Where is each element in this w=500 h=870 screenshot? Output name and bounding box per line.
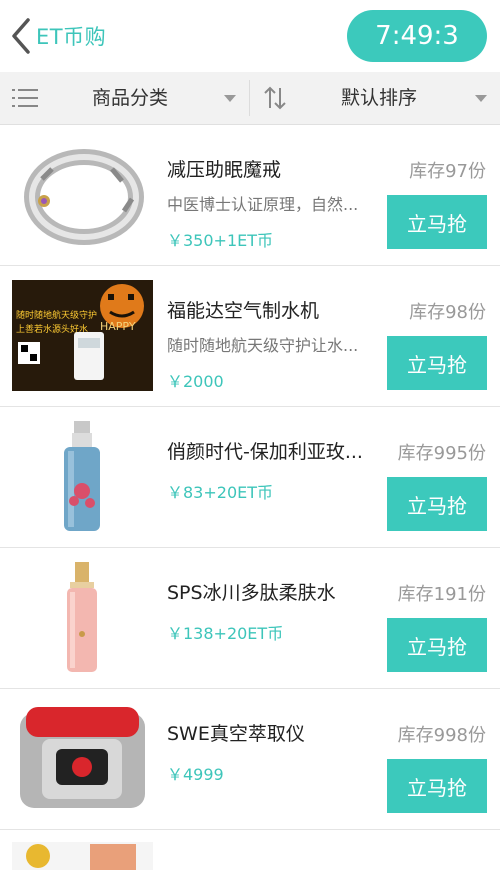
header: ET币购 7:49:3: [0, 0, 500, 72]
stock-count: 库存97份: [409, 161, 486, 182]
ring-product-image: [12, 139, 153, 250]
stock-count: 库存98份: [409, 302, 486, 323]
buy-now-button[interactable]: 立马抢: [387, 336, 487, 390]
sort-button[interactable]: 默认排序: [250, 72, 500, 124]
stock-count: 库存998份: [397, 725, 486, 746]
product-item[interactable]: 俏颜时代-保加利亚玫... ￥83+20ET币 库存995份 立马抢: [0, 407, 500, 548]
product-name: SPS冰川多肽柔肤水: [167, 582, 336, 604]
partial-product-image: [12, 842, 153, 870]
page-title: ET币购: [36, 25, 107, 49]
buy-now-button[interactable]: 立马抢: [387, 759, 487, 813]
caret-down-icon: [224, 95, 236, 102]
product-name: SWE真空萃取仪: [167, 723, 305, 745]
product-price: ￥2000: [167, 372, 224, 391]
category-filter-label: 商品分类: [92, 87, 169, 109]
poster-happy-text: HAPPY: [100, 320, 136, 333]
back-button[interactable]: ET币购: [10, 14, 120, 58]
product-name: 福能达空气制水机: [167, 300, 320, 322]
product-item[interactable]: SPS冰川多肽柔肤水 ￥138+20ET币 库存191份 立马抢: [0, 548, 500, 689]
list-icon: [12, 87, 38, 113]
product-name: 俏颜时代-保加利亚玫...: [167, 441, 363, 463]
toner-bottle-product-image: [12, 562, 153, 673]
buy-now-button[interactable]: 立马抢: [387, 195, 487, 249]
product-description: 中医博士认证原理，自然...: [167, 195, 359, 214]
water-machine-product-image: HAPPY 随时随地航天级守护 上善若水源头好水: [12, 280, 153, 391]
category-filter-button[interactable]: 商品分类: [0, 72, 249, 124]
buy-now-button[interactable]: 立马抢: [387, 477, 487, 531]
stock-count: 库存995份: [397, 443, 486, 464]
product-price: ￥350+1ET币: [167, 231, 274, 250]
buy-now-button[interactable]: 立马抢: [387, 618, 487, 672]
product-price: ￥83+20ET币: [167, 483, 274, 502]
filter-bar: 商品分类 默认排序: [0, 72, 500, 125]
sort-label: 默认排序: [341, 87, 418, 109]
product-description: 随时随地航天级守护让水...: [167, 336, 359, 355]
spray-bottle-product-image: [12, 421, 153, 532]
poster-line-1: 随时随地航天级守护: [16, 309, 97, 321]
caret-down-icon: [475, 95, 487, 102]
chevron-left-icon: [10, 18, 32, 54]
product-list: 减压助眠魔戒 中医博士认证原理，自然... ￥350+1ET币 库存97份 立马…: [0, 125, 500, 870]
product-name: 减压助眠魔戒: [167, 159, 282, 181]
product-item-partial[interactable]: [0, 830, 500, 870]
product-price: ￥138+20ET币: [167, 624, 284, 643]
stock-count: 库存191份: [397, 584, 486, 605]
sort-icon: [264, 86, 286, 114]
product-item[interactable]: HAPPY 随时随地航天级守护 上善若水源头好水 福能达空气制水机 随时随地航天…: [0, 266, 500, 407]
product-item[interactable]: 减压助眠魔戒 中医博士认证原理，自然... ￥350+1ET币 库存97份 立马…: [0, 125, 500, 266]
countdown-timer: 7:49:3: [347, 10, 487, 62]
vacuum-device-product-image: [12, 703, 153, 814]
product-item[interactable]: SWE真空萃取仪 ￥4999 库存998份 立马抢: [0, 689, 500, 830]
product-price: ￥4999: [167, 765, 224, 784]
